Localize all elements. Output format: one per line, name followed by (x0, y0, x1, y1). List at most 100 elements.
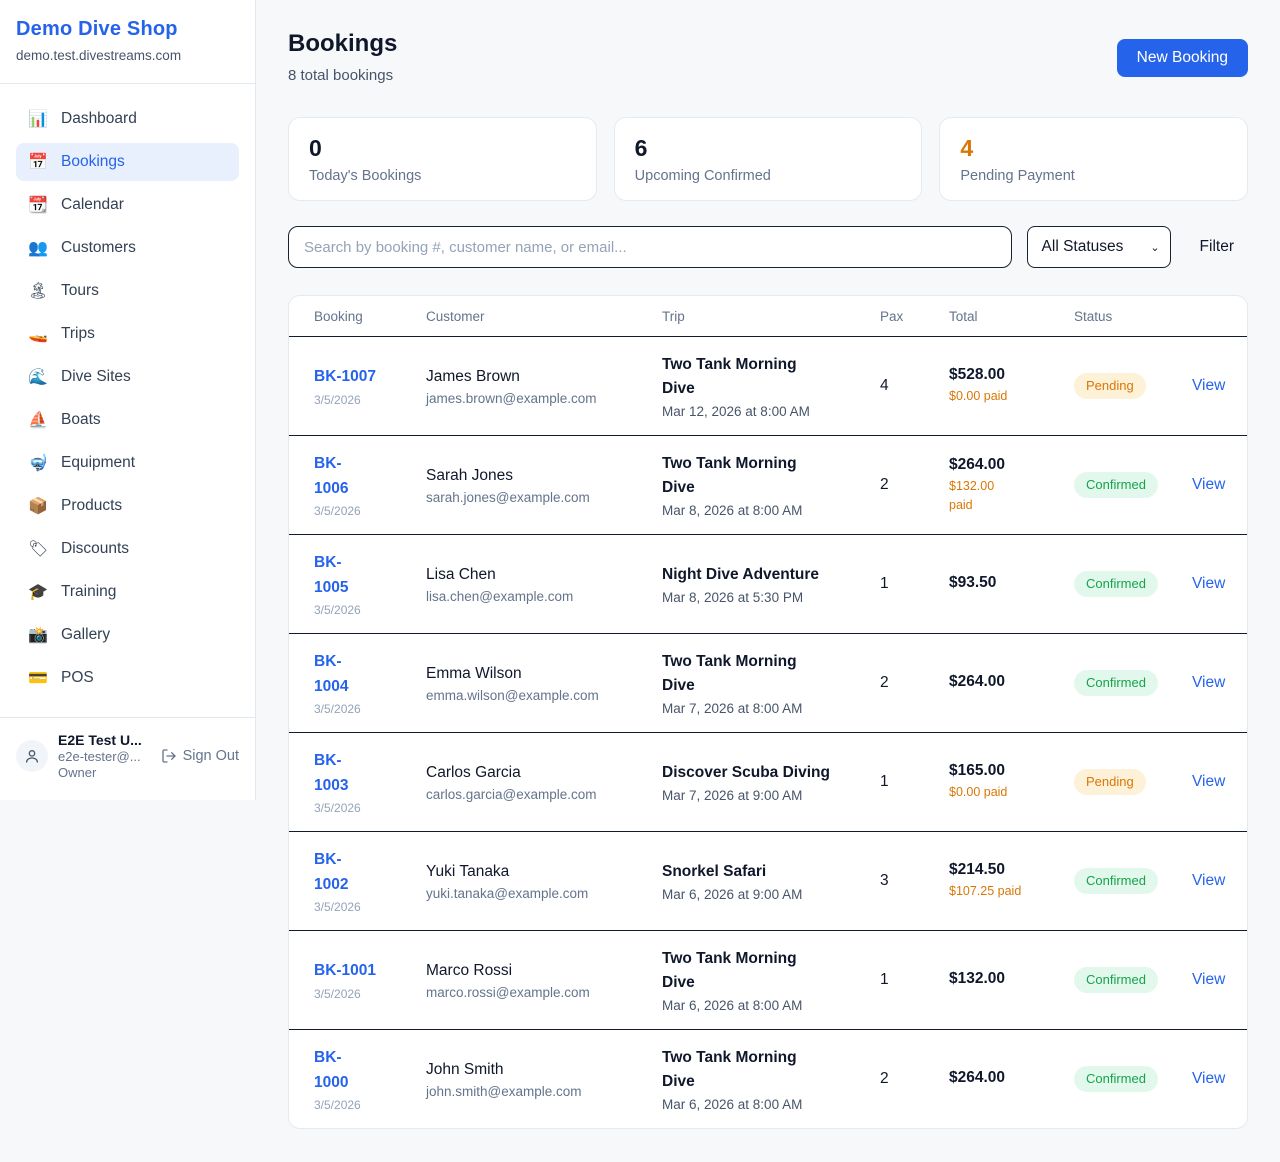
stat-cards: 0 Today's Bookings 6 Upcoming Confirmed … (288, 117, 1248, 201)
booking-link[interactable]: BK-1002 (314, 848, 358, 896)
booking-cell: BK-1002 3/5/2026 (314, 848, 426, 913)
sign-out-button[interactable]: Sign Out (161, 748, 239, 764)
total-cell: $264.00 (949, 1069, 1074, 1090)
speedboat-icon: 🚤 (28, 324, 48, 344)
shop-domain: demo.test.divestreams.com (16, 48, 239, 63)
view-link[interactable]: View (1192, 773, 1225, 790)
view-link[interactable]: View (1192, 575, 1225, 592)
table-row: BK-1004 3/5/2026 Emma Wilson emma.wilson… (289, 633, 1247, 732)
customer-email: marco.rossi@example.com (426, 985, 650, 1000)
bookings-count: 8 total bookings (288, 67, 397, 84)
customer-email: sarah.jones@example.com (426, 490, 650, 505)
customer-name: Carlos Garcia (426, 762, 650, 784)
status-cell: Pending (1074, 769, 1192, 795)
trip-cell: Two Tank Morning Dive Mar 6, 2026 at 8:0… (662, 1046, 880, 1112)
island-icon: 🏝 (28, 281, 48, 301)
col-header-total: Total (949, 309, 1074, 324)
sidebar-item-trips[interactable]: 🚤 Trips (16, 315, 239, 353)
sidebar-item-label: Discounts (61, 540, 129, 558)
table-header-row: Booking Customer Trip Pax Total Status (289, 296, 1247, 336)
sidebar-item-customers[interactable]: 👥 Customers (16, 229, 239, 267)
user-email: e2e-tester@... (58, 749, 151, 764)
table-row: BK-1003 3/5/2026 Carlos Garcia carlos.ga… (289, 732, 1247, 831)
sidebar-item-bookings[interactable]: 📅 Bookings (16, 143, 239, 181)
sidebar-item-training[interactable]: 🎓 Training (16, 573, 239, 611)
bar-chart-icon: 📊 (28, 109, 48, 129)
customer-name: Marco Rossi (426, 960, 650, 982)
booking-link[interactable]: BK-1001 (314, 959, 414, 983)
trip-cell: Discover Scuba Diving Mar 7, 2026 at 9:0… (662, 761, 880, 803)
stat-card-todays-bookings: 0 Today's Bookings (288, 117, 597, 201)
actions-cell: View (1192, 872, 1222, 890)
customer-email: carlos.garcia@example.com (426, 787, 650, 802)
filter-button[interactable]: Filter (1186, 238, 1248, 256)
new-booking-button[interactable]: New Booking (1117, 39, 1248, 77)
trip-date: Mar 6, 2026 at 8:00 AM (662, 998, 868, 1013)
pax-cell: 2 (880, 674, 949, 692)
view-link[interactable]: View (1192, 872, 1225, 889)
sidebar-item-tours[interactable]: 🏝 Tours (16, 272, 239, 310)
stat-label: Today's Bookings (309, 168, 576, 184)
pax-cell: 2 (880, 1070, 949, 1088)
trip-name: Two Tank Morning Dive (662, 1046, 832, 1094)
customer-cell: Sarah Jones sarah.jones@example.com (426, 465, 662, 505)
sidebar-item-label: Dashboard (61, 110, 137, 128)
sidebar-item-products[interactable]: 📦 Products (16, 487, 239, 525)
calendar-icon: 📆 (28, 195, 48, 215)
view-link[interactable]: View (1192, 1070, 1225, 1087)
sidebar-nav: 📊 Dashboard 📅 Bookings 📆 Calendar 👥 Cust… (0, 84, 255, 710)
total-cell: $165.00 $0.00 paid (949, 762, 1074, 801)
booking-cell: BK-1003 3/5/2026 (314, 749, 426, 814)
booking-link[interactable]: BK-1004 (314, 650, 358, 698)
trip-name: Discover Scuba Diving (662, 761, 832, 785)
booking-link[interactable]: BK-1006 (314, 452, 358, 500)
search-input[interactable] (288, 226, 1012, 268)
status-cell: Confirmed (1074, 571, 1192, 597)
customer-name: Sarah Jones (426, 465, 650, 487)
stat-card-pending-payment: 4 Pending Payment (939, 117, 1248, 201)
diving-mask-icon: 🤿 (28, 453, 48, 473)
view-link[interactable]: View (1192, 476, 1225, 493)
col-header-booking: Booking (314, 309, 426, 324)
sidebar-item-gallery[interactable]: 📸 Gallery (16, 616, 239, 654)
trip-cell: Two Tank Morning Dive Mar 6, 2026 at 8:0… (662, 947, 880, 1013)
status-cell: Confirmed (1074, 1066, 1192, 1092)
customer-cell: Yuki Tanaka yuki.tanaka@example.com (426, 861, 662, 901)
trip-cell: Two Tank Morning Dive Mar 7, 2026 at 8:0… (662, 650, 880, 716)
paid-amount: $132.00 paid (949, 477, 1011, 513)
avatar (16, 740, 48, 772)
actions-cell: View (1192, 1070, 1222, 1088)
trip-name: Two Tank Morning Dive (662, 947, 832, 995)
view-link[interactable]: View (1192, 971, 1225, 988)
view-link[interactable]: View (1192, 377, 1225, 394)
status-select[interactable]: All Statuses ⌄ (1027, 226, 1171, 268)
trip-date: Mar 12, 2026 at 8:00 AM (662, 404, 868, 419)
sidebar-item-dashboard[interactable]: 📊 Dashboard (16, 100, 239, 138)
status-badge: Confirmed (1074, 967, 1158, 993)
sidebar-item-discounts[interactable]: 🏷 Discounts (16, 530, 239, 568)
table-row: BK-1000 3/5/2026 John Smith john.smith@e… (289, 1029, 1247, 1128)
logout-icon (161, 748, 177, 764)
people-icon: 👥 (28, 238, 48, 258)
actions-cell: View (1192, 773, 1222, 791)
sidebar-item-equipment[interactable]: 🤿 Equipment (16, 444, 239, 482)
sidebar-item-pos[interactable]: 💳 POS (16, 659, 239, 697)
booking-date: 3/5/2026 (314, 801, 414, 815)
pax-cell: 2 (880, 476, 949, 494)
sidebar-item-boats[interactable]: ⛵ Boats (16, 401, 239, 439)
booking-link[interactable]: BK-1007 (314, 365, 414, 389)
stat-label: Upcoming Confirmed (635, 168, 902, 184)
sidebar-item-calendar[interactable]: 📆 Calendar (16, 186, 239, 224)
customer-cell: John Smith john.smith@example.com (426, 1059, 662, 1099)
trip-cell: Two Tank Morning Dive Mar 8, 2026 at 8:0… (662, 452, 880, 518)
credit-card-icon: 💳 (28, 668, 48, 688)
booking-link[interactable]: BK-1005 (314, 551, 358, 599)
view-link[interactable]: View (1192, 674, 1225, 691)
booking-link[interactable]: BK-1003 (314, 749, 358, 797)
stat-card-upcoming-confirmed: 6 Upcoming Confirmed (614, 117, 923, 201)
trip-date: Mar 8, 2026 at 8:00 AM (662, 503, 868, 518)
sidebar-item-dive-sites[interactable]: 🌊 Dive Sites (16, 358, 239, 396)
booking-link[interactable]: BK-1000 (314, 1046, 358, 1094)
total-amount: $93.50 (949, 574, 1062, 592)
stat-value: 4 (960, 135, 1227, 163)
